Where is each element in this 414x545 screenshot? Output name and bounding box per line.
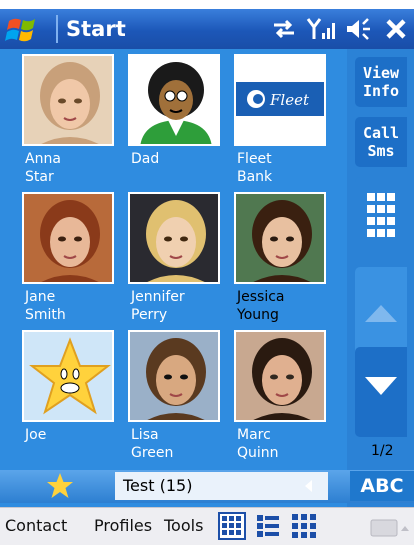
contact-name: Fleet Bank — [237, 151, 273, 185]
profiles-menu[interactable]: Profiles — [94, 516, 152, 535]
contact-tile[interactable]: Fleet Fleet Bank — [234, 54, 329, 192]
scroll-down-button[interactable] — [355, 347, 407, 437]
joe-star-icon — [24, 332, 112, 420]
contact-name: Jessica Young — [237, 289, 285, 323]
contact-name: Jennifer Perry — [131, 289, 185, 323]
keyboard-icon[interactable] — [370, 518, 410, 538]
contact-photo-icon — [130, 332, 218, 420]
tools-menu[interactable]: Tools — [164, 516, 203, 535]
contact-photo-icon — [24, 194, 112, 282]
dialpad-icon — [367, 193, 395, 237]
search-bar: Test (15) ABC — [0, 470, 414, 503]
page-indicator: 1/2 — [371, 443, 394, 459]
view-info-label-1: View — [362, 64, 400, 82]
fleet-logo-icon: Fleet — [236, 56, 324, 144]
contact-name: Marc Quinn — [237, 427, 279, 461]
contact-photo[interactable] — [234, 192, 326, 284]
contact-menu[interactable]: Contact — [5, 516, 67, 535]
title-separator — [56, 15, 58, 43]
contact-tile[interactable]: Lisa Green — [128, 330, 223, 468]
contact-photo[interactable] — [22, 192, 114, 284]
connectivity-icon[interactable] — [270, 15, 298, 43]
contact-photo[interactable] — [234, 330, 326, 422]
search-input[interactable]: Test (15) — [115, 472, 328, 500]
contact-photo[interactable] — [128, 330, 220, 422]
contact-tile[interactable]: Jennifer Perry — [128, 192, 223, 330]
contact-tile[interactable]: Anna Star — [22, 54, 117, 192]
contact-photo-icon — [130, 194, 218, 282]
afro-avatar-icon — [130, 56, 218, 144]
abc-button[interactable]: ABC — [350, 471, 414, 501]
contact-tile[interactable]: Joe — [22, 330, 117, 468]
contact-photo[interactable] — [128, 192, 220, 284]
contact-tile[interactable]: Jane Smith — [22, 192, 117, 330]
caret-left-icon[interactable] — [303, 479, 315, 493]
scroll-up-button[interactable] — [355, 267, 407, 357]
small-grid-view-icon[interactable] — [290, 512, 318, 540]
contact-photo-icon — [236, 194, 324, 282]
call-sms-button[interactable]: Call Sms — [355, 117, 407, 167]
call-sms-label-2: Sms — [367, 142, 395, 160]
contact-photo[interactable] — [128, 54, 220, 146]
contact-tile[interactable]: Jessica Young — [234, 192, 329, 330]
contact-name: Joe — [25, 427, 47, 443]
call-sms-label-1: Call — [362, 124, 400, 142]
contact-photo[interactable] — [22, 330, 114, 422]
contacts-panel: Anna Star Dad Fleet Fleet Bank Jane Smit… — [0, 49, 414, 507]
list-view-icon[interactable] — [254, 512, 282, 540]
grid-view-icon[interactable] — [218, 512, 246, 540]
arrow-up-icon — [365, 305, 397, 322]
view-info-label-2: Info — [362, 82, 400, 100]
sidebar: View Info Call Sms 1/2 — [347, 49, 414, 507]
menu-bar: Contact Profiles Tools — [0, 507, 414, 545]
contact-photo-icon — [24, 56, 112, 144]
close-icon[interactable] — [382, 15, 410, 43]
contact-photo-icon — [236, 332, 324, 420]
contact-photo[interactable]: Fleet — [234, 54, 326, 146]
arrow-down-icon — [365, 377, 397, 395]
favorites-star-icon[interactable] — [45, 471, 75, 501]
windows-logo-icon[interactable] — [5, 13, 43, 46]
view-info-button[interactable]: View Info — [355, 57, 407, 107]
contact-tile[interactable]: Marc Quinn — [234, 330, 329, 468]
fleet-logo-text: Fleet — [269, 91, 310, 109]
contact-name: Lisa Green — [131, 427, 174, 461]
contact-name: Jane Smith — [25, 289, 66, 323]
contact-name: Anna Star — [25, 151, 61, 185]
dialpad-button[interactable] — [355, 177, 407, 267]
volume-icon[interactable] — [344, 15, 372, 43]
contact-photo[interactable] — [22, 54, 114, 146]
signal-strength-icon[interactable] — [306, 15, 336, 43]
start-title[interactable]: Start — [66, 17, 126, 41]
title-bar: Start — [0, 9, 414, 49]
contact-tile[interactable]: Dad — [128, 54, 223, 192]
contact-name: Dad — [131, 151, 160, 167]
